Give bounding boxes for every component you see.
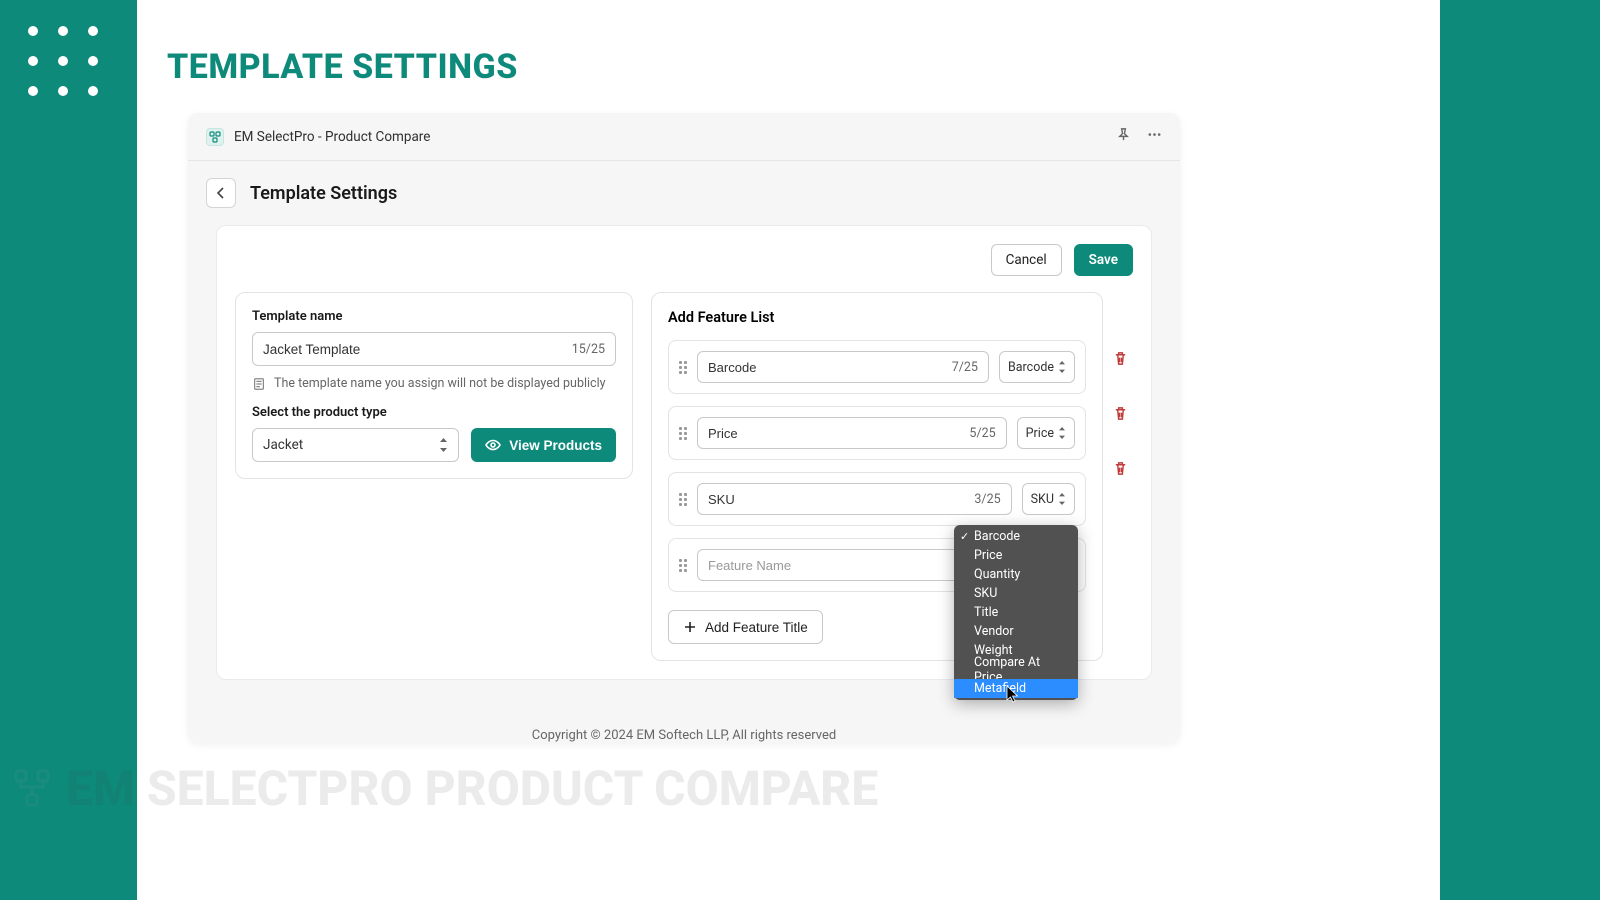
chevron-updown-icon (439, 438, 448, 452)
back-button[interactable] (206, 178, 236, 208)
drag-handle-icon[interactable] (679, 559, 687, 572)
more-icon[interactable] (1147, 127, 1162, 146)
feature-name-input[interactable] (708, 360, 952, 375)
view-products-button[interactable]: View Products (471, 428, 616, 462)
footer-text: Copyright © 2024 EM Softech LLP, All rig… (188, 728, 1180, 743)
feature-type-select[interactable]: SKU (1022, 483, 1075, 515)
chevron-updown-icon (1058, 493, 1066, 505)
dropdown-option[interactable]: Title (954, 603, 1078, 622)
feature-name-counter: 7/25 (952, 360, 978, 375)
decorative-dots-bottom-right (1512, 728, 1582, 798)
delete-feature-button[interactable] (1113, 351, 1128, 370)
subheader-title: Template Settings (250, 183, 397, 204)
feature-name-input-wrap[interactable]: 7/25 (697, 351, 989, 383)
template-name-label: Template name (252, 309, 616, 324)
content-card: Cancel Save Template name 15/25 The temp… (216, 225, 1152, 680)
page-title: TEMPLATE SETTINGS (167, 47, 518, 87)
app-title: EM SelectPro - Product Compare (234, 129, 430, 145)
subheader: Template Settings (188, 161, 1180, 225)
app-icon (206, 128, 224, 146)
feature-type-select[interactable]: Barcode (999, 351, 1075, 383)
feature-name-input[interactable] (708, 558, 958, 573)
eye-icon (485, 437, 501, 453)
feature-name-input-wrap[interactable]: 3/25 (697, 483, 1012, 515)
drag-handle-icon[interactable] (679, 493, 687, 506)
template-name-input[interactable] (263, 342, 572, 357)
feature-name-input[interactable] (708, 492, 974, 507)
template-panel: Template name 15/25 The template name yo… (235, 292, 633, 479)
feature-name-input-wrap[interactable]: 5/25 (697, 417, 1007, 449)
watermark-icon (10, 767, 54, 811)
feature-name-input-wrap[interactable]: 0/25 (697, 549, 995, 581)
chevron-updown-icon (1058, 361, 1066, 373)
template-name-counter: 15/25 (572, 342, 605, 357)
feature-name-input[interactable] (708, 426, 969, 441)
watermark-text: EM SELECTPRO PRODUCT COMPARE (66, 760, 878, 817)
dropdown-option[interactable]: Compare At Price (954, 660, 1078, 679)
feature-type-select[interactable]: Price (1017, 417, 1075, 449)
delete-feature-button[interactable] (1113, 461, 1128, 480)
dropdown-option[interactable]: Metafield (954, 679, 1078, 698)
delete-feature-button[interactable] (1113, 406, 1128, 425)
dropdown-option[interactable]: Quantity (954, 565, 1078, 584)
dropdown-option[interactable]: Vendor (954, 622, 1078, 641)
feature-name-counter: 3/25 (974, 492, 1000, 507)
template-name-input-wrap[interactable]: 15/25 (252, 332, 616, 366)
save-button[interactable]: Save (1074, 244, 1133, 276)
feature-row: 7/25 Barcode (668, 340, 1086, 394)
feature-row: 5/25 Price (668, 406, 1086, 460)
drag-handle-icon[interactable] (679, 361, 687, 374)
dropdown-option[interactable]: SKU (954, 584, 1078, 603)
feature-type-dropdown[interactable]: BarcodePriceQuantitySKUTitleVendorWeight… (954, 525, 1078, 700)
note-icon (252, 377, 266, 391)
dropdown-option[interactable]: Barcode (954, 527, 1078, 546)
app-header: EM SelectPro - Product Compare (188, 113, 1180, 161)
cancel-button[interactable]: Cancel (991, 244, 1062, 276)
drag-handle-icon[interactable] (679, 427, 687, 440)
template-name-hint: The template name you assign will not be… (252, 376, 616, 391)
product-type-select[interactable]: Jacket (252, 428, 459, 462)
dropdown-option[interactable]: Price (954, 546, 1078, 565)
add-feature-button[interactable]: Add Feature Title (668, 610, 823, 644)
chevron-updown-icon (1058, 427, 1066, 439)
app-window: EM SelectPro - Product Compare Template … (188, 113, 1180, 743)
feature-list-label: Add Feature List (668, 309, 1086, 326)
feature-row: 3/25 SKU (668, 472, 1086, 526)
pin-icon[interactable] (1116, 127, 1131, 146)
product-type-label: Select the product type (252, 405, 616, 420)
decorative-dots-top-left (28, 26, 98, 96)
watermark: EM SELECTPRO PRODUCT COMPARE (10, 760, 878, 817)
feature-list-panel: Add Feature List 7/25 Barcode 5/25 Price (651, 292, 1103, 661)
feature-name-counter: 5/25 (969, 426, 995, 441)
